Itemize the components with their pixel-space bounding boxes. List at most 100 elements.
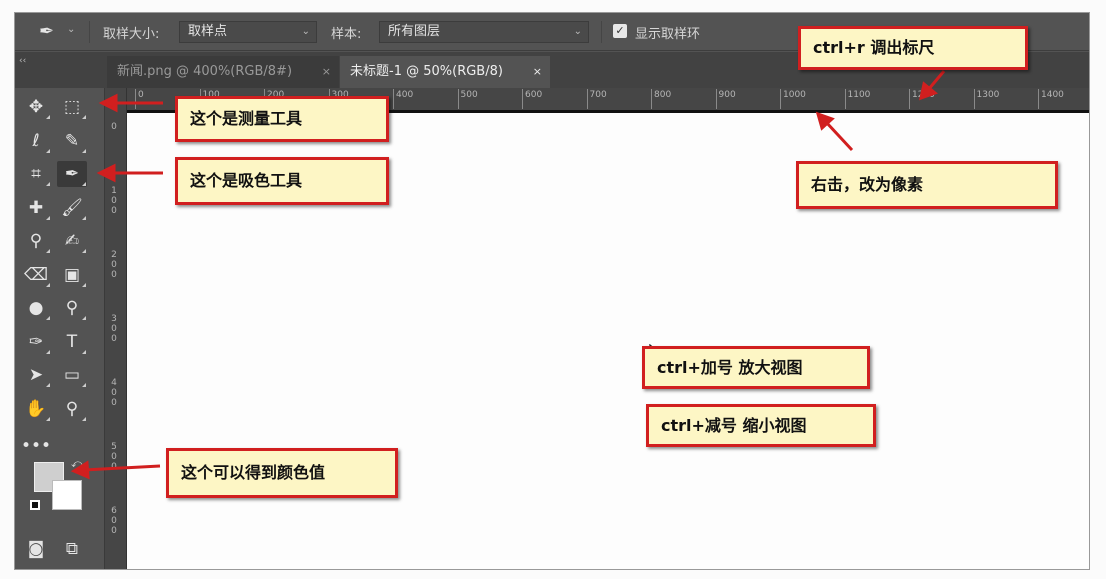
swap-colors-icon[interactable]: ⤺ (71, 457, 83, 471)
tool-group-indicator (46, 416, 50, 421)
tool-group-indicator (46, 115, 50, 119)
zoom-icon: ⚲ (65, 398, 79, 419)
crop-tool[interactable]: ⌗ (21, 161, 51, 187)
bandage-icon: ✚ (28, 197, 44, 218)
divider (89, 21, 90, 43)
eyedropper-icon[interactable]: ✒ (39, 21, 54, 42)
show-sampling-ring-checkbox[interactable]: ✓ (613, 24, 627, 38)
ruler-tick-label: 500 (457, 89, 478, 109)
brush-tool[interactable]: 🖌 (57, 195, 87, 221)
ruler-tick-label: 1100 (844, 89, 870, 109)
close-icon[interactable]: × (322, 56, 331, 88)
tab-label: 新闻.png @ 400%(RGB/8#) (117, 64, 293, 79)
stamp-icon: ⚲ (29, 231, 43, 251)
eraser-icon: ⌫ (23, 264, 49, 285)
tool-group-indicator (46, 249, 50, 253)
quick-select-tool[interactable]: ✎ (57, 128, 87, 154)
close-icon[interactable]: × (533, 56, 542, 88)
lasso-icon: ℓ (32, 130, 40, 151)
history-brush-tool[interactable]: ✍ (57, 228, 87, 254)
screen-mode[interactable]: ⧉ (57, 536, 87, 562)
tool-group-indicator (46, 148, 50, 153)
divider (601, 21, 602, 43)
clone-stamp-tool[interactable]: ⚲ (21, 228, 51, 254)
pen-icon: ✑ (28, 331, 44, 352)
ruler-tick-label: 700 (586, 89, 607, 109)
tool-group-indicator (82, 115, 86, 119)
quick-mask-icon: ◙ (27, 539, 45, 559)
dodge-icon: ⚲ (65, 298, 79, 318)
quick-select-icon: ✎ (64, 130, 80, 151)
marquee-icon: ⬚ (63, 97, 81, 117)
eyedropper-tool[interactable]: ✒ (57, 161, 87, 187)
marquee-tool[interactable]: ⬚ (57, 94, 87, 120)
note-ruler-shortcut: ctrl+r 调出标尺 (798, 26, 1028, 70)
chevron-down-icon[interactable]: ⌄ (67, 24, 75, 35)
tool-group-indicator (82, 148, 86, 153)
ruler-tick-label: 200 (111, 250, 117, 280)
ellipsis-icon: ••• (21, 436, 52, 456)
sample-value: 所有图层 (388, 24, 441, 39)
ruler-tick-label: 1000 (780, 89, 806, 109)
tool-group-indicator (82, 316, 86, 320)
gradient-tool[interactable]: ▣ (57, 262, 87, 288)
ruler-tick-label: 600 (111, 506, 117, 536)
eraser-tool[interactable]: ⌫ (21, 262, 51, 288)
ruler-tick-label: 600 (522, 89, 542, 109)
chevron-down-icon: ⌄ (301, 26, 310, 37)
hand-tool[interactable]: ✋ (21, 396, 51, 422)
tool-group-indicator (46, 316, 50, 320)
note-color-value: 这个可以得到颜色值 (166, 448, 398, 498)
dodge-tool[interactable]: ⚲ (57, 295, 87, 321)
vertical-ruler[interactable]: 01002003004005006007 (105, 88, 127, 569)
tab-label: 未标题-1 @ 50%(RGB/8) (350, 64, 503, 79)
sample-size-value: 取样点 (188, 24, 228, 39)
tool-group-indicator (46, 182, 50, 186)
tab-untitled-1[interactable]: 未标题-1 @ 50%(RGB/8) × (340, 56, 550, 88)
quick-mask[interactable]: ◙ (21, 536, 51, 562)
path-select-tool[interactable]: ➤ (21, 362, 51, 388)
type-tool[interactable]: T (57, 329, 87, 355)
background-color-swatch[interactable] (52, 480, 82, 510)
drop-icon: ● (28, 298, 44, 318)
tool-group-indicator (82, 383, 86, 387)
zoom-tool[interactable]: ⚲ (57, 396, 87, 422)
tool-group-indicator (46, 349, 50, 354)
pen-tool[interactable]: ✑ (21, 329, 51, 355)
arrow-icon: ➤ (28, 365, 44, 385)
crop-icon: ⌗ (31, 164, 41, 184)
healing-brush-tool[interactable]: ✚ (21, 195, 51, 221)
tool-group-indicator (46, 282, 50, 287)
tool-group-indicator (46, 215, 50, 220)
screenshot: ✒ ⌄ 取样大小: 取样点 ⌄ 样本: 所有图层 ⌄ ✓ 显示取样环 ‹‹ 新闻… (0, 0, 1106, 579)
ruler-tick-label: 1400 (1038, 89, 1064, 109)
tool-group-indicator (82, 182, 86, 186)
ruler-tick-label: 300 (111, 314, 117, 344)
move-tool[interactable]: ✥ (21, 94, 51, 120)
ruler-tick-label: 400 (393, 89, 413, 109)
ruler-tick-label: 500 (111, 442, 117, 472)
ruler-tick-label: 0 (111, 122, 117, 132)
ruler-tick-label: 0 (135, 89, 144, 109)
tools-panel: ✥ ⬚ ℓ ✎ ⌗ ✒ ✚ 🖌 ⚲ ✍ ⌫ ▣ ● ⚲ ✑ T ➤ ▭ ✋ ⚲ ••• ◙ ⧉ ⤺ (15, 88, 105, 569)
ruler-tick-label: 800 (651, 89, 671, 109)
rectangle-tool[interactable]: ▭ (57, 362, 87, 388)
sample-size-label: 取样大小: (103, 27, 160, 42)
screen-mode-icon: ⧉ (65, 539, 79, 559)
ruler-tick-label: 1300 (973, 89, 999, 109)
sample-select[interactable]: 所有图层 ⌄ (379, 21, 589, 43)
sample-size-select[interactable]: 取样点 ⌄ (179, 21, 317, 43)
collapse-panel-icon[interactable]: ‹‹ (19, 56, 26, 66)
history-brush-icon: ✍ (64, 231, 80, 251)
more-tools[interactable]: ••• (21, 433, 51, 459)
default-colors-icon[interactable] (30, 500, 40, 510)
type-icon: T (66, 331, 78, 352)
move-icon: ✥ (28, 97, 44, 117)
blur-tool[interactable]: ● (21, 295, 51, 321)
chevron-down-icon: ⌄ (573, 26, 582, 37)
lasso-tool[interactable]: ℓ (21, 128, 51, 154)
show-sampling-ring-label: 显示取样环 (635, 27, 701, 42)
hand-icon: ✋ (25, 398, 47, 419)
eyedropper-icon: ✒ (64, 164, 80, 184)
tab-news-png[interactable]: 新闻.png @ 400%(RGB/8#) × (107, 56, 339, 88)
